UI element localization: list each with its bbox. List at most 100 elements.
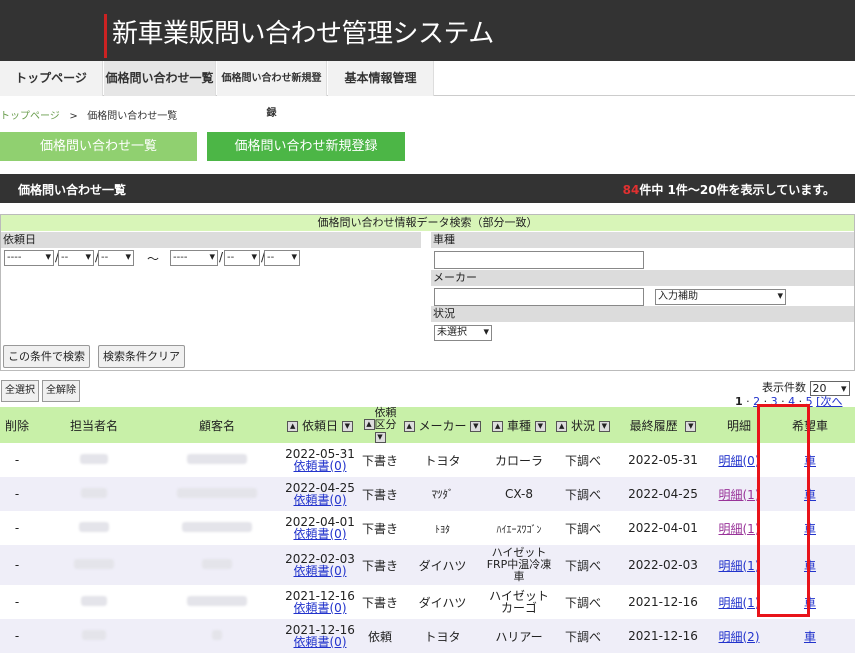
table-row: - 2021-12-16 依頼書(0) 下書き ダイハツ ハイゼットカーゴ 下調べ… [0,585,855,619]
request-doc-link[interactable]: 依頼書(0) [294,527,347,541]
deselect-all-button[interactable]: 全解除 [42,380,80,402]
sort-desc-icon[interactable]: ▼ [598,420,610,432]
row-date: 2021-12-16 依頼書(0) [280,619,360,653]
date-to-day-select[interactable]: -- [264,250,300,266]
col-type: ▲依頼区分▼ [360,407,400,443]
date-from-month-select[interactable]: -- [58,250,94,266]
row-status: 下調べ [564,521,601,536]
request-doc-link[interactable]: 依頼書(0) [294,493,347,507]
row-car: ハイゼットFRP中温冷凍車 [485,545,553,585]
row-maker: ダイハツ [400,545,485,585]
row-maker: ﾄﾖﾀ [435,524,450,536]
sort-desc-icon[interactable]: ▼ [470,420,482,432]
car-label: 車種 [431,232,854,248]
table-row: - 2021-12-16 依頼書(0) 依頼 トヨタ ハリアー 下調べ 2021-… [0,619,855,653]
breadcrumb: トップページ > 価格問い合わせ一覧 [0,107,177,122]
date-from-year-select[interactable]: ---- [4,250,54,266]
tab-master[interactable]: 基本情報管理 [328,61,434,96]
inquiry-new-button[interactable]: 価格問い合わせ新規登録 [207,132,405,161]
col-status: ▲ 状況 ▼ [553,407,613,443]
detail-link[interactable]: 明細(1) [719,559,760,573]
date-slash: / [219,250,224,264]
row-date: 2021-12-16 依頼書(0) [280,585,360,619]
row-car: ハイゼットカーゴ [489,589,549,615]
row-customer [154,477,280,511]
row-maker: ダイハツ [418,595,467,610]
sort-desc-icon[interactable]: ▼ [685,420,697,432]
search-button[interactable]: この条件で検索 [3,345,90,368]
detail-link[interactable]: 明細(2) [719,630,760,644]
col-car-label: 車種 [506,418,531,433]
clear-button[interactable]: 検索条件クリア [98,345,185,368]
detail-link[interactable]: 明細(1) [719,596,760,610]
col-date-label: 依頼日 [301,418,338,433]
date-label: 依頼日 [1,232,421,248]
maker-assist-select[interactable]: 入力補助 [655,289,786,305]
row-car: ハリアー [485,619,553,653]
row-type: 下書き [361,521,398,536]
request-doc-link[interactable]: 依頼書(0) [294,564,347,578]
row-status: 下調べ [564,595,601,610]
col-history: 最終履歴 ▼ [613,407,713,443]
row-staff [34,585,154,619]
detail-link[interactable]: 明細(1) [719,488,760,502]
date-range-tilde: ～ [147,252,160,266]
breadcrumb-home[interactable]: トップページ [0,111,60,122]
tab-inquiry-new[interactable]: 価格問い合わせ新規登録 [217,61,327,119]
app-title: 新車業販問い合わせ管理システム [112,19,494,49]
row-history: 2021-12-16 [628,595,698,609]
redacted-text [182,522,252,532]
row-customer [154,619,280,653]
row-history: 2022-04-25 [613,477,713,511]
redacted-text [74,559,114,569]
breadcrumb-sep: > [69,111,78,122]
tab-top[interactable]: トップページ [0,61,103,96]
sort-desc-icon[interactable]: ▼ [341,420,353,432]
redacted-text [81,488,107,498]
row-delete: - [0,619,34,653]
col-customer: 顧客名 [154,407,280,443]
row-customer [154,511,280,545]
date-to-month-select[interactable]: -- [224,250,260,266]
row-type: 下書き [361,595,398,610]
status-label: 状況 [431,306,854,322]
car-input[interactable] [434,251,644,269]
wish-car-link[interactable]: 車 [804,630,816,644]
row-delete: - [14,595,20,609]
row-status: 下調べ [564,453,601,468]
date-to-year-select[interactable]: ---- [170,250,218,266]
row-staff [34,619,154,653]
request-doc-link[interactable]: 依頼書(0) [294,459,347,473]
col-history-label: 最終履歴 [629,418,678,433]
row-staff [34,443,154,477]
request-doc-link[interactable]: 依頼書(0) [294,635,347,649]
col-type-label: 依頼区分 [374,406,397,431]
detail-link[interactable]: 明細(1) [719,522,760,536]
detail-link[interactable]: 明細(0) [719,454,760,468]
sort-asc-icon[interactable]: ▲ [492,420,504,432]
row-history: 2022-02-03 [613,545,713,585]
sort-asc-icon[interactable]: ▲ [556,420,568,432]
request-doc-link[interactable]: 依頼書(0) [294,601,347,615]
table-row: - 2022-05-31 依頼書(0) 下書き トヨタ カローラ 下調べ 2022… [0,443,855,477]
date-from-day-select[interactable]: -- [98,250,134,266]
row-status: 下調べ [553,477,613,511]
col-car: ▲ 車種 ▼ [485,407,553,443]
sort-asc-icon[interactable]: ▲ [403,420,415,432]
sort-asc-icon[interactable]: ▲ [363,419,375,430]
tab-inquiry-list[interactable]: 価格問い合わせ一覧 [104,61,216,96]
sort-desc-icon[interactable]: ▼ [534,420,546,432]
maker-input[interactable] [434,288,644,306]
sort-desc-icon[interactable]: ▼ [374,432,386,443]
select-all-button[interactable]: 全選択 [1,380,39,402]
row-status: 下調べ [553,545,613,585]
result-count: 84件中 1件～20件を表示しています。 [623,181,835,198]
sort-asc-icon[interactable]: ▲ [287,420,299,432]
row-customer [154,443,280,477]
detail-column-highlight [757,404,810,617]
inquiry-list-button[interactable]: 価格問い合わせ一覧 [0,132,197,161]
col-maker: ▲ メーカー ▼ [400,407,485,443]
table-row: - 2022-02-03 依頼書(0) 下書き ダイハツ ハイゼットFRP中温冷凍… [0,545,855,585]
table-header-row: 削除 担当者名 顧客名 ▲ 依頼日 ▼ ▲依頼区分▼ ▲ メーカー ▼ ▲ 車種… [0,407,855,443]
status-select[interactable]: 未選択 [434,325,492,341]
